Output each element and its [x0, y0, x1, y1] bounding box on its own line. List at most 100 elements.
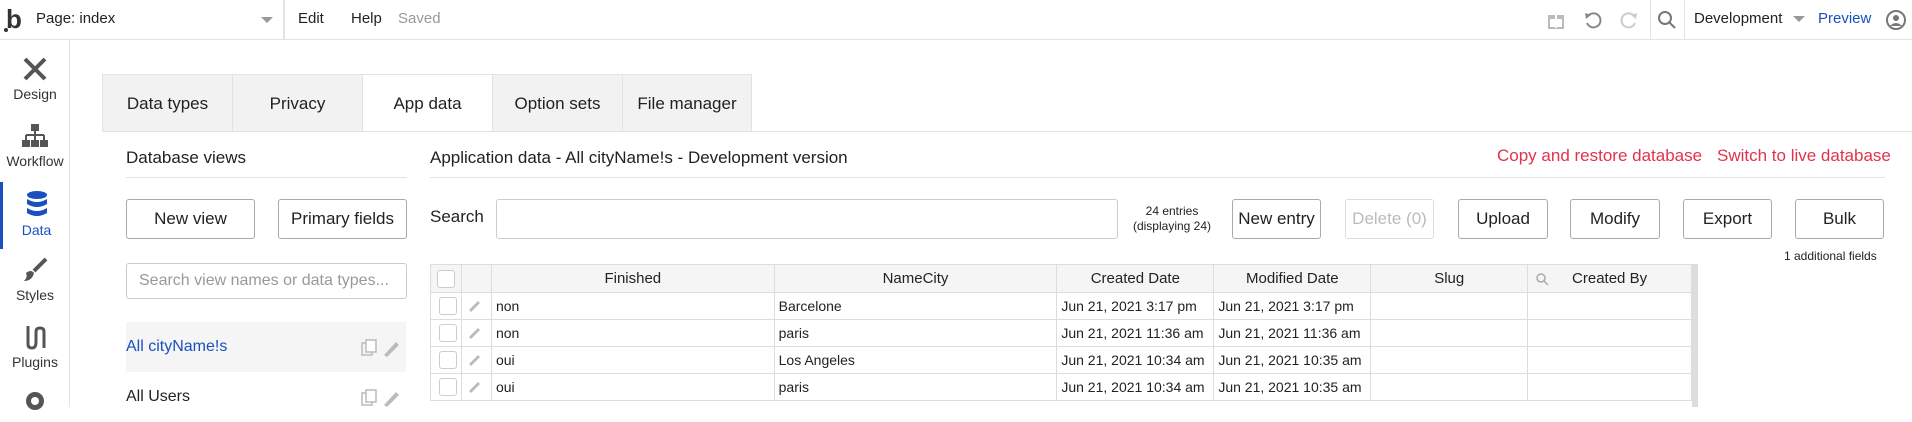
plug-icon — [26, 326, 46, 350]
additional-fields-note[interactable]: 1 additional fields — [1784, 249, 1877, 263]
cell-finished: oui — [490, 346, 775, 374]
modify-button[interactable]: Modify — [1570, 199, 1660, 239]
select-all-cell[interactable] — [430, 264, 462, 293]
view-item-label: All cityName!s — [126, 338, 228, 355]
column-header-slug[interactable]: Slug — [1370, 264, 1529, 293]
upload-button[interactable]: Upload — [1458, 199, 1548, 239]
page-selector[interactable]: Page: index — [36, 0, 284, 40]
cell-created-date: Jun 21, 2021 10:34 am — [1056, 373, 1215, 401]
redo-icon[interactable] — [1619, 10, 1639, 30]
cell-finished: non — [490, 292, 775, 320]
tab-option-sets[interactable]: Option sets — [492, 74, 622, 132]
table-row[interactable]: non Barcelone Jun 21, 2021 3:17 pm Jun 2… — [430, 292, 1692, 320]
chevron-down-icon — [261, 17, 273, 23]
edit-column-header — [460, 264, 492, 293]
tab-data-types[interactable]: Data types — [102, 74, 232, 132]
sidebar-item-workflow[interactable]: Workflow — [0, 115, 70, 182]
cell-created-date: Jun 21, 2021 3:17 pm — [1056, 292, 1215, 320]
environment-label: Development — [1694, 10, 1783, 27]
select-all-checkbox[interactable] — [436, 269, 455, 288]
cell-finished: non — [490, 319, 775, 347]
delete-button[interactable]: Delete (0) — [1345, 199, 1434, 239]
data-table: Finished NameCity Created Date Modified … — [430, 264, 1692, 401]
cell-created-by — [1527, 292, 1692, 320]
undo-icon[interactable] — [1583, 10, 1603, 30]
copy-edit-icons[interactable] — [360, 339, 400, 357]
cell-created-date: Jun 21, 2021 11:36 am — [1056, 319, 1215, 347]
sidebar-item-styles[interactable]: Styles — [0, 249, 70, 316]
database-views-title: Database views — [126, 148, 247, 167]
table-scrollbar[interactable] — [1692, 264, 1698, 407]
view-item-label: All Users — [126, 388, 191, 405]
chevron-down-icon — [1792, 16, 1805, 23]
new-view-button[interactable]: New view — [126, 199, 255, 239]
column-header-created-by[interactable]: Created By — [1527, 264, 1692, 293]
column-header-created-date[interactable]: Created Date — [1056, 264, 1215, 293]
row-checkbox[interactable] — [438, 351, 457, 369]
view-item-all-citynames[interactable]: All cityName!s — [126, 322, 406, 372]
primary-fields-button[interactable]: Primary fields — [278, 199, 407, 239]
cell-created-by — [1527, 346, 1692, 374]
page-selector-label: Page: index — [36, 10, 116, 27]
cell-namecity: paris — [773, 373, 1058, 401]
column-header-namecity[interactable]: NameCity — [773, 264, 1058, 293]
cell-modified-date: Jun 21, 2021 11:36 am — [1213, 319, 1372, 347]
tab-privacy[interactable]: Privacy — [232, 74, 362, 132]
pencil-icon[interactable] — [460, 292, 492, 320]
column-header-modified-date[interactable]: Modified Date — [1213, 264, 1372, 293]
data-search-input[interactable] — [496, 199, 1118, 239]
row-checkbox[interactable] — [438, 324, 457, 342]
table-row[interactable]: oui Los Angeles Jun 21, 2021 10:34 am Ju… — [430, 346, 1692, 374]
search-icon[interactable] — [1657, 10, 1677, 30]
user-avatar-icon[interactable] — [1886, 10, 1906, 30]
copy-restore-database-link[interactable]: Copy and restore database — [1497, 146, 1702, 166]
pencil-icon[interactable] — [460, 373, 492, 401]
cell-finished: oui — [490, 373, 775, 401]
sidebar-item-design[interactable]: Design — [0, 48, 70, 115]
cell-slug — [1370, 346, 1529, 374]
cell-created-date: Jun 21, 2021 10:34 am — [1056, 346, 1215, 374]
tab-file-manager[interactable]: File manager — [622, 74, 752, 132]
column-search-icon[interactable] — [1536, 273, 1549, 286]
sidebar-item-data[interactable]: Data — [0, 182, 70, 249]
switch-live-database-link[interactable]: Switch to live database — [1717, 146, 1891, 166]
search-label: Search — [430, 207, 484, 226]
pencil-icon[interactable] — [460, 319, 492, 347]
table-header-row: Finished NameCity Created Date Modified … — [430, 264, 1692, 293]
row-checkbox[interactable] — [438, 378, 457, 396]
table-row[interactable]: non paris Jun 21, 2021 11:36 am Jun 21, … — [430, 319, 1692, 347]
entries-count: 24 entries (displaying 24) — [1132, 204, 1212, 233]
database-icon — [26, 191, 47, 216]
design-icon — [23, 57, 47, 81]
gift-icon[interactable] — [1546, 10, 1566, 30]
cell-modified-date: Jun 21, 2021 10:35 am — [1213, 373, 1372, 401]
edit-menu[interactable]: Edit — [298, 0, 324, 40]
new-entry-button[interactable]: New entry — [1232, 199, 1321, 239]
bulk-button[interactable]: Bulk — [1795, 199, 1884, 239]
cell-created-by — [1527, 373, 1692, 401]
view-search-input[interactable]: Search view names or data types... — [126, 263, 407, 299]
copy-edit-icons[interactable] — [360, 389, 400, 407]
saved-status: Saved — [398, 10, 441, 27]
bubble-logo[interactable]: b — [4, 4, 22, 35]
workflow-icon — [22, 124, 48, 147]
settings-gear-icon[interactable] — [22, 388, 48, 414]
export-button[interactable]: Export — [1683, 199, 1772, 239]
brush-icon — [24, 257, 48, 281]
sidebar-item-plugins[interactable]: Plugins — [0, 316, 70, 383]
row-checkbox[interactable] — [438, 297, 457, 315]
cell-slug — [1370, 373, 1529, 401]
cell-modified-date: Jun 21, 2021 10:35 am — [1213, 346, 1372, 374]
left-sidebar: Design Workflow Data Styles Plugins — [0, 40, 70, 410]
app-data-tabs: Data types Privacy App data Option sets … — [102, 74, 752, 132]
preview-link[interactable]: Preview — [1818, 0, 1871, 38]
pencil-icon[interactable] — [460, 346, 492, 374]
table-row[interactable]: oui paris Jun 21, 2021 10:34 am Jun 21, … — [430, 373, 1692, 401]
column-header-finished[interactable]: Finished — [490, 264, 775, 293]
help-menu[interactable]: Help — [351, 0, 382, 40]
environment-selector[interactable]: Development — [1694, 0, 1805, 40]
cell-namecity: Barcelone — [773, 292, 1058, 320]
tab-app-data[interactable]: App data — [362, 74, 492, 132]
cell-namecity: paris — [773, 319, 1058, 347]
view-item-all-users[interactable]: All Users — [126, 372, 406, 422]
